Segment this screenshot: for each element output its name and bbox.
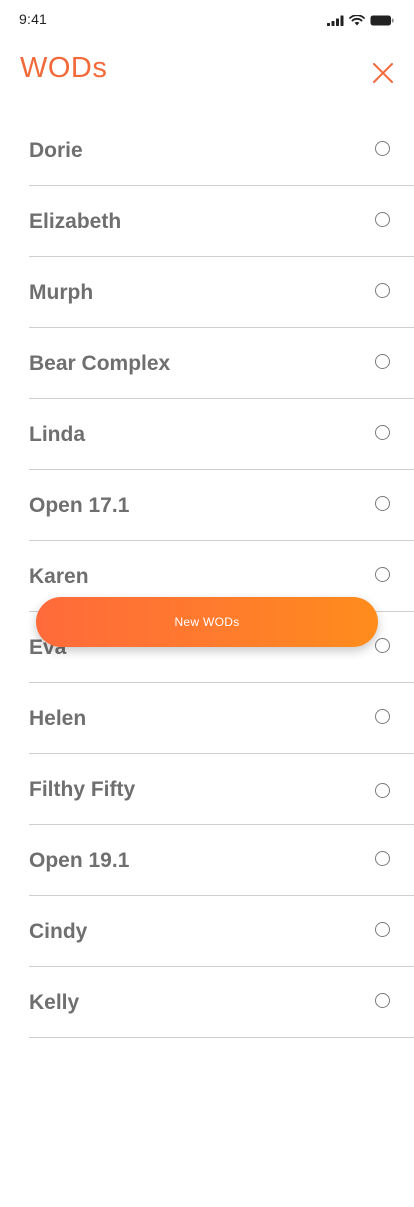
- battery-icon: [370, 13, 394, 31]
- wod-radio[interactable]: [375, 709, 390, 724]
- wod-item-label: Karen: [29, 565, 89, 588]
- wod-radio[interactable]: [375, 922, 390, 937]
- new-wods-button[interactable]: New WODs: [36, 597, 378, 647]
- wod-item[interactable]: Linda: [29, 399, 414, 470]
- wod-item[interactable]: Bear Complex: [29, 328, 414, 399]
- wod-radio[interactable]: [375, 783, 390, 798]
- wod-radio[interactable]: [375, 212, 390, 227]
- wod-radio[interactable]: [375, 496, 390, 511]
- wod-radio[interactable]: [375, 638, 390, 653]
- wod-item[interactable]: Filthy Fifty: [29, 754, 414, 825]
- close-button[interactable]: [370, 60, 396, 86]
- wod-item[interactable]: Elizabeth: [29, 186, 414, 257]
- wod-item-label: Linda: [29, 423, 85, 446]
- wod-item-label: Cindy: [29, 920, 88, 943]
- status-time: 9:41: [19, 11, 48, 27]
- wod-item-label: Filthy Fifty: [29, 778, 136, 801]
- wod-radio[interactable]: [375, 567, 390, 582]
- wod-radio[interactable]: [375, 851, 390, 866]
- wod-radio[interactable]: [375, 993, 390, 1008]
- wod-item-label: Kelly: [29, 991, 80, 1014]
- wod-item[interactable]: Murph: [29, 257, 414, 328]
- close-icon: [370, 63, 396, 90]
- wod-radio[interactable]: [375, 425, 390, 440]
- wod-item-label: Elizabeth: [29, 210, 122, 233]
- wod-radio[interactable]: [375, 141, 390, 156]
- wod-item[interactable]: Open 19.1: [29, 825, 414, 896]
- wod-list: Dorie Elizabeth Murph Bear Complex Linda…: [29, 115, 414, 1038]
- wod-item-label: Open 17.1: [29, 494, 130, 517]
- wifi-icon: [349, 13, 365, 31]
- wod-item[interactable]: Cindy: [29, 896, 414, 967]
- wod-item[interactable]: Dorie: [29, 115, 414, 186]
- signal-icon: [327, 13, 344, 31]
- wod-item-label: Dorie: [29, 139, 83, 162]
- wod-radio[interactable]: [375, 283, 390, 298]
- wod-radio[interactable]: [375, 354, 390, 369]
- wod-item-label: Bear Complex: [29, 352, 171, 375]
- status-bar: 9:41: [0, 0, 414, 40]
- wod-item-label: Helen: [29, 707, 87, 730]
- wod-item[interactable]: Kelly: [29, 967, 414, 1038]
- page-title: WODs: [20, 52, 108, 84]
- status-icons: [327, 13, 394, 31]
- wod-item-label: Murph: [29, 281, 94, 304]
- wod-item[interactable]: Open 17.1: [29, 470, 414, 541]
- wod-item[interactable]: Helen: [29, 683, 414, 754]
- wod-item-label: Open 19.1: [29, 849, 130, 872]
